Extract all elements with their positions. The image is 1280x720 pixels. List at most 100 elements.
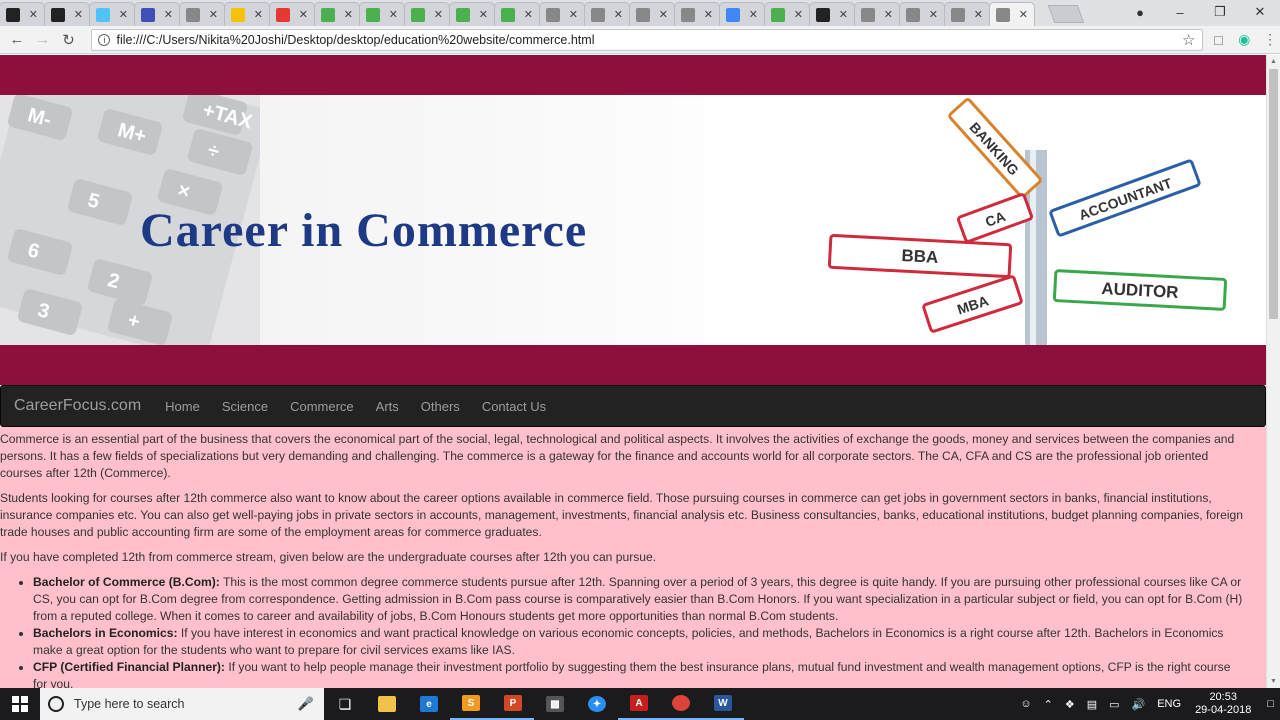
scroll-up-icon[interactable]: ▲ (1270, 58, 1277, 65)
close-tab-icon[interactable]: ✕ (569, 8, 578, 21)
notification-icon[interactable]: □ (1267, 698, 1274, 710)
address-bar[interactable]: i file:///C:/Users/Nikita%20Joshi/Deskto… (91, 28, 1203, 51)
browser-tab[interactable]: ✕ (539, 2, 585, 26)
dropbox-icon[interactable]: ❖ (1065, 698, 1075, 711)
nav-link-contact-us[interactable]: Contact Us (482, 399, 546, 414)
browser-tab[interactable]: ✕ (494, 2, 540, 26)
people-icon[interactable]: ☺ (1020, 698, 1031, 710)
nav-link-science[interactable]: Science (222, 399, 268, 414)
taskbar-search[interactable]: Type here to search 🎤 (40, 688, 324, 720)
close-tab-icon[interactable]: ✕ (209, 8, 218, 21)
courses-intro: If you have completed 12th from commerce… (0, 550, 657, 564)
sign-board: ACCOUNTANT (1049, 159, 1201, 237)
close-tab-icon[interactable]: ✕ (344, 8, 353, 21)
extension-icon[interactable]: □ (1209, 32, 1229, 48)
close-window-button[interactable]: ✕ (1240, 4, 1280, 20)
info-icon[interactable]: i (98, 33, 111, 46)
profile-icon[interactable]: ● (1120, 5, 1160, 20)
microphone-icon[interactable]: 🎤 (298, 696, 314, 712)
chrome-icon[interactable] (660, 688, 702, 720)
close-tab-icon[interactable]: ✕ (659, 8, 668, 21)
close-tab-icon[interactable]: ✕ (614, 8, 623, 21)
back-button[interactable]: ← (6, 31, 28, 48)
browser-tab[interactable]: ✕ (314, 2, 360, 26)
close-tab-icon[interactable]: ✕ (884, 8, 893, 21)
close-tab-icon[interactable]: ✕ (839, 8, 848, 21)
scrollbar-thumb[interactable] (1269, 69, 1278, 319)
browser-tab[interactable]: ✕ (89, 2, 135, 26)
browser-tab[interactable]: ✕ (0, 2, 45, 26)
close-tab-icon[interactable]: ✕ (524, 8, 533, 21)
browser-tab[interactable]: ✕ (944, 2, 990, 26)
browser-tab[interactable]: ✕ (764, 2, 810, 26)
bookmark-star-icon[interactable]: ☆ (1182, 31, 1195, 49)
browser-tab[interactable]: ✕ (854, 2, 900, 26)
close-tab-icon[interactable]: ✕ (974, 8, 983, 21)
reload-button[interactable]: ↻ (58, 31, 80, 49)
show-hidden-icon[interactable]: ⌃ (1044, 698, 1053, 711)
menu-icon[interactable]: ⋮ (1260, 31, 1280, 48)
browser-tab[interactable]: ✕ (719, 2, 765, 26)
nav-link-home[interactable]: Home (165, 399, 200, 414)
close-tab-icon[interactable]: ✕ (74, 8, 83, 21)
close-tab-icon[interactable]: ✕ (479, 8, 488, 21)
page-viewport: M- M+ +TAX ÷ × 5 6 2 3 + Career in Commerce BANKI… (0, 55, 1266, 688)
browser-tab[interactable]: ✕ (629, 2, 675, 26)
safari-icon[interactable]: ✦ (576, 688, 618, 720)
close-tab-icon[interactable]: ✕ (794, 8, 803, 21)
start-button[interactable] (0, 688, 40, 720)
word-icon[interactable]: W (702, 688, 744, 720)
powerpoint-icon[interactable]: P (492, 688, 534, 720)
browser-tab[interactable]: ✕ (899, 2, 945, 26)
task-view-icon[interactable]: ❏ (324, 688, 366, 720)
browser-tab[interactable]: ✕ (224, 2, 270, 26)
network-icon[interactable]: ▤ (1087, 698, 1097, 711)
volume-icon[interactable]: 🔊 (1132, 698, 1146, 711)
close-tab-icon[interactable]: ✕ (254, 8, 263, 21)
minimize-button[interactable]: – (1160, 5, 1200, 20)
acrobat-icon[interactable]: A (618, 688, 660, 720)
commerce-content: Commerce is an essential part of the bus… (0, 427, 1266, 688)
nav-link-others[interactable]: Others (421, 399, 460, 414)
close-tab-icon[interactable]: ✕ (389, 8, 398, 21)
file-explorer-icon[interactable] (366, 688, 408, 720)
scroll-down-icon[interactable]: ▼ (1270, 678, 1277, 685)
search-placeholder: Type here to search (74, 697, 185, 711)
close-tab-icon[interactable]: ✕ (929, 8, 938, 21)
github-icon (816, 7, 830, 22)
close-tab-icon[interactable]: ✕ (704, 8, 713, 21)
browser-tab[interactable]: ✕ (989, 2, 1035, 26)
browser-tab[interactable]: ✕ (44, 2, 90, 26)
grammarly-icon[interactable]: ◉ (1234, 31, 1254, 48)
nav-link-commerce[interactable]: Commerce (290, 399, 354, 414)
browser-tab[interactable]: ✕ (584, 2, 630, 26)
language-indicator[interactable]: ENG (1157, 698, 1181, 710)
page-scrollbar[interactable]: ▲ ▼ (1266, 55, 1280, 688)
close-tab-icon[interactable]: ✕ (164, 8, 173, 21)
browser-tab[interactable]: ✕ (179, 2, 225, 26)
browser-tab[interactable]: ✕ (359, 2, 405, 26)
battery-icon[interactable]: ▭ (1109, 698, 1119, 711)
close-tab-icon[interactable]: ✕ (1019, 8, 1028, 21)
sublime-icon[interactable]: S (450, 688, 492, 720)
edge-icon[interactable]: e (408, 688, 450, 720)
close-tab-icon[interactable]: ✕ (749, 8, 758, 21)
close-tab-icon[interactable]: ✕ (434, 8, 443, 21)
browser-tab[interactable]: ✕ (404, 2, 450, 26)
maximize-button[interactable]: ❐ (1200, 4, 1240, 20)
store-icon[interactable]: ▩ (534, 688, 576, 720)
new-tab-button[interactable] (1047, 5, 1085, 23)
clock[interactable]: 20:53 29-04-2018 (1195, 691, 1251, 717)
sign-board-label: AUDITOR (1101, 279, 1179, 302)
close-tab-icon[interactable]: ✕ (29, 8, 38, 21)
close-tab-icon[interactable]: ✕ (119, 8, 128, 21)
forward-button[interactable]: → (32, 31, 54, 48)
browser-tab[interactable]: ✕ (134, 2, 180, 26)
browser-tab[interactable]: ✕ (674, 2, 720, 26)
nav-link-arts[interactable]: Arts (376, 399, 399, 414)
browser-tab[interactable]: ✕ (449, 2, 495, 26)
browser-tab[interactable]: ✕ (269, 2, 315, 26)
close-tab-icon[interactable]: ✕ (299, 8, 308, 21)
navbar-brand[interactable]: CareerFocus.com (14, 397, 141, 415)
browser-tab[interactable]: ✕ (809, 2, 855, 26)
